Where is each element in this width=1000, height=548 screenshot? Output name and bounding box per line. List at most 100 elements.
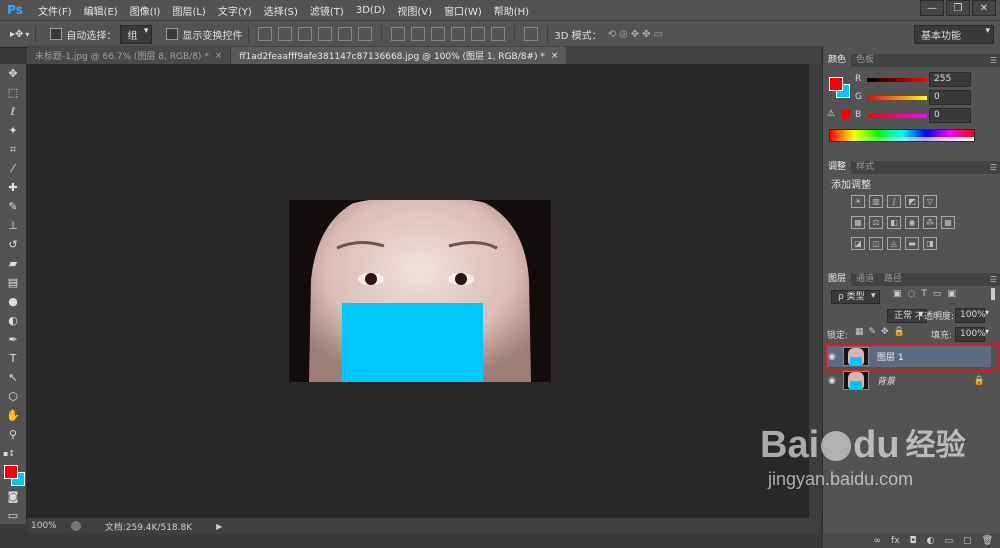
move-tool-icon[interactable]: ▸✥ [10, 29, 23, 40]
threshold-icon[interactable]: ◬ [887, 237, 901, 250]
add-mask-icon[interactable]: ◘ [910, 536, 917, 546]
b-value-input[interactable]: 0 [929, 108, 971, 123]
gamut-color-swatch[interactable] [841, 110, 850, 119]
filter-toggle[interactable] [991, 288, 995, 300]
dodge-tool-icon[interactable]: ◐ [0, 311, 26, 330]
channel-mixer-icon[interactable]: ⁂ [923, 216, 937, 229]
magic-wand-tool-icon[interactable]: ✦ [0, 121, 26, 140]
3d-mode-icons[interactable]: ⟲◎✥✤▭ [608, 29, 666, 40]
g-value-input[interactable]: 0 [929, 90, 971, 105]
foreground-color-swatch[interactable] [4, 465, 18, 479]
move-tool-icon[interactable]: ✥ [0, 64, 26, 83]
distribute-left-icon[interactable] [451, 27, 466, 41]
quick-mask-icon[interactable]: ◙ [0, 487, 26, 506]
auto-select-checkbox[interactable] [50, 28, 63, 40]
tab-paths[interactable]: 路径 [879, 273, 907, 286]
tab-document-1[interactable]: 未标题-1.jpg @ 66.7% (图层 8, RGB/8) * × [27, 47, 232, 64]
zoom-tool-icon[interactable]: ⚲ [0, 425, 26, 444]
menu-type[interactable]: 文字(Y) [212, 3, 258, 18]
new-group-icon[interactable]: ▭ [945, 536, 954, 546]
menu-file[interactable]: 文件(F) [32, 3, 78, 18]
link-layers-icon[interactable]: ∞ [874, 536, 882, 546]
panel-menu-icon[interactable]: ☰ [990, 56, 997, 65]
tab-channels[interactable]: 通道 [851, 273, 879, 286]
menu-3d[interactable]: 3D(D) [350, 5, 392, 16]
gradient-tool-icon[interactable]: ▤ [0, 273, 26, 292]
path-selection-tool-icon[interactable]: ↖ [0, 368, 26, 387]
color-balance-icon[interactable]: ⚖ [869, 216, 883, 229]
tab-adjustments[interactable]: 调整 [823, 161, 852, 174]
exposure-icon[interactable]: ◩ [905, 195, 919, 208]
r-slider[interactable] [867, 78, 927, 82]
fill-input[interactable]: 100% [955, 327, 986, 342]
selective-color-icon[interactable]: ◨ [923, 237, 937, 250]
new-layer-icon[interactable]: ▢ [963, 536, 972, 546]
type-tool-icon[interactable]: T [0, 349, 26, 368]
lock-icons[interactable]: ▦✎✥🔒 [855, 327, 910, 337]
curves-icon[interactable]: ∫ [887, 195, 901, 208]
layer-row-background[interactable]: ◉ 背景 🔒 [825, 370, 991, 391]
menu-view[interactable]: 视图(V) [391, 3, 438, 18]
panel-menu-icon[interactable]: ☰ [990, 275, 997, 284]
distribute-vcenter-icon[interactable] [411, 27, 426, 41]
zoom-level[interactable]: 100% [31, 521, 57, 531]
healing-brush-tool-icon[interactable]: ✚ [0, 178, 26, 197]
workspace-dropdown[interactable]: 基本功能 [914, 25, 994, 44]
b-slider[interactable] [867, 114, 927, 118]
clone-stamp-tool-icon[interactable]: ⊥ [0, 216, 26, 235]
color-spectrum-bar[interactable] [829, 129, 975, 142]
layer-filter-dropdown[interactable]: ρ 类型 [831, 290, 880, 304]
fill-chevron-icon[interactable]: ▾ [985, 327, 989, 336]
eyedropper-tool-icon[interactable]: ⁄ [0, 159, 26, 178]
shape-tool-icon[interactable]: ⬡ [0, 387, 26, 406]
gamut-warning-icon[interactable]: ⚠ [827, 109, 835, 119]
distribute-bottom-icon[interactable] [431, 27, 446, 41]
delete-layer-icon[interactable]: 🗑 [982, 536, 993, 546]
panel-menu-icon[interactable]: ☰ [990, 163, 997, 172]
tab-layers[interactable]: 图层 [823, 273, 852, 286]
tab-color[interactable]: 颜色 [823, 54, 852, 67]
tab-swatches[interactable]: 色板 [851, 54, 879, 67]
opacity-chevron-icon[interactable]: ▾ [985, 308, 989, 317]
menu-edit[interactable]: 编辑(E) [78, 3, 124, 18]
menu-filter[interactable]: 滤镜(T) [304, 3, 350, 18]
tab-close-icon[interactable]: × [215, 51, 223, 61]
tool-preset-chevron-icon[interactable]: ▾ [25, 30, 29, 39]
blur-tool-icon[interactable]: ● [0, 292, 26, 311]
levels-icon[interactable]: ▥ [869, 195, 883, 208]
distribute-hcenter-icon[interactable] [471, 27, 486, 41]
auto-align-icon[interactable] [524, 27, 539, 41]
panel-fg-swatch[interactable] [829, 77, 843, 91]
brightness-icon[interactable]: ☀ [851, 195, 865, 208]
distribute-right-icon[interactable] [491, 27, 506, 41]
layer-style-icon[interactable]: fx [891, 536, 900, 546]
auto-select-dropdown[interactable]: 组 [120, 24, 153, 44]
history-brush-tool-icon[interactable]: ↺ [0, 235, 26, 254]
align-left-icon[interactable] [318, 27, 333, 41]
photo-filter-icon[interactable]: ◉ [905, 216, 919, 229]
screen-mode-icon[interactable]: ▭ [0, 506, 26, 525]
g-slider[interactable] [867, 96, 927, 100]
minimize-button[interactable]: — [920, 0, 944, 16]
vibrance-icon[interactable]: ▽ [923, 195, 937, 208]
opacity-input[interactable]: 100% [955, 308, 986, 323]
close-button[interactable]: ✕ [972, 0, 996, 16]
status-info-icon[interactable] [70, 521, 81, 531]
eraser-tool-icon[interactable]: ▰ [0, 254, 26, 273]
pen-tool-icon[interactable]: ✒ [0, 330, 26, 349]
hand-tool-icon[interactable]: ✋ [0, 406, 26, 425]
color-lookup-icon[interactable]: ▦ [941, 216, 955, 229]
posterize-icon[interactable]: ◫ [869, 237, 883, 250]
show-transform-checkbox[interactable] [166, 28, 179, 40]
new-adjustment-icon[interactable]: ◐ [927, 536, 935, 546]
layer-name[interactable]: 背景 [877, 374, 895, 387]
invert-icon[interactable]: ◪ [851, 237, 865, 250]
crop-tool-icon[interactable]: ⌗ [0, 140, 26, 159]
status-menu-arrow-icon[interactable]: ▶ [216, 522, 222, 531]
gradient-map-icon[interactable]: ▬ [905, 237, 919, 250]
swap-colors-icon[interactable]: ▪↕ [0, 444, 26, 463]
tab-document-2[interactable]: ff1ad2feaafff9afe381147c87136668.jpg @ 1… [231, 47, 567, 64]
menu-help[interactable]: 帮助(H) [488, 3, 535, 18]
layer-filter-icons[interactable]: ▣◌T▭▣ [893, 289, 962, 299]
align-right-icon[interactable] [358, 27, 373, 41]
